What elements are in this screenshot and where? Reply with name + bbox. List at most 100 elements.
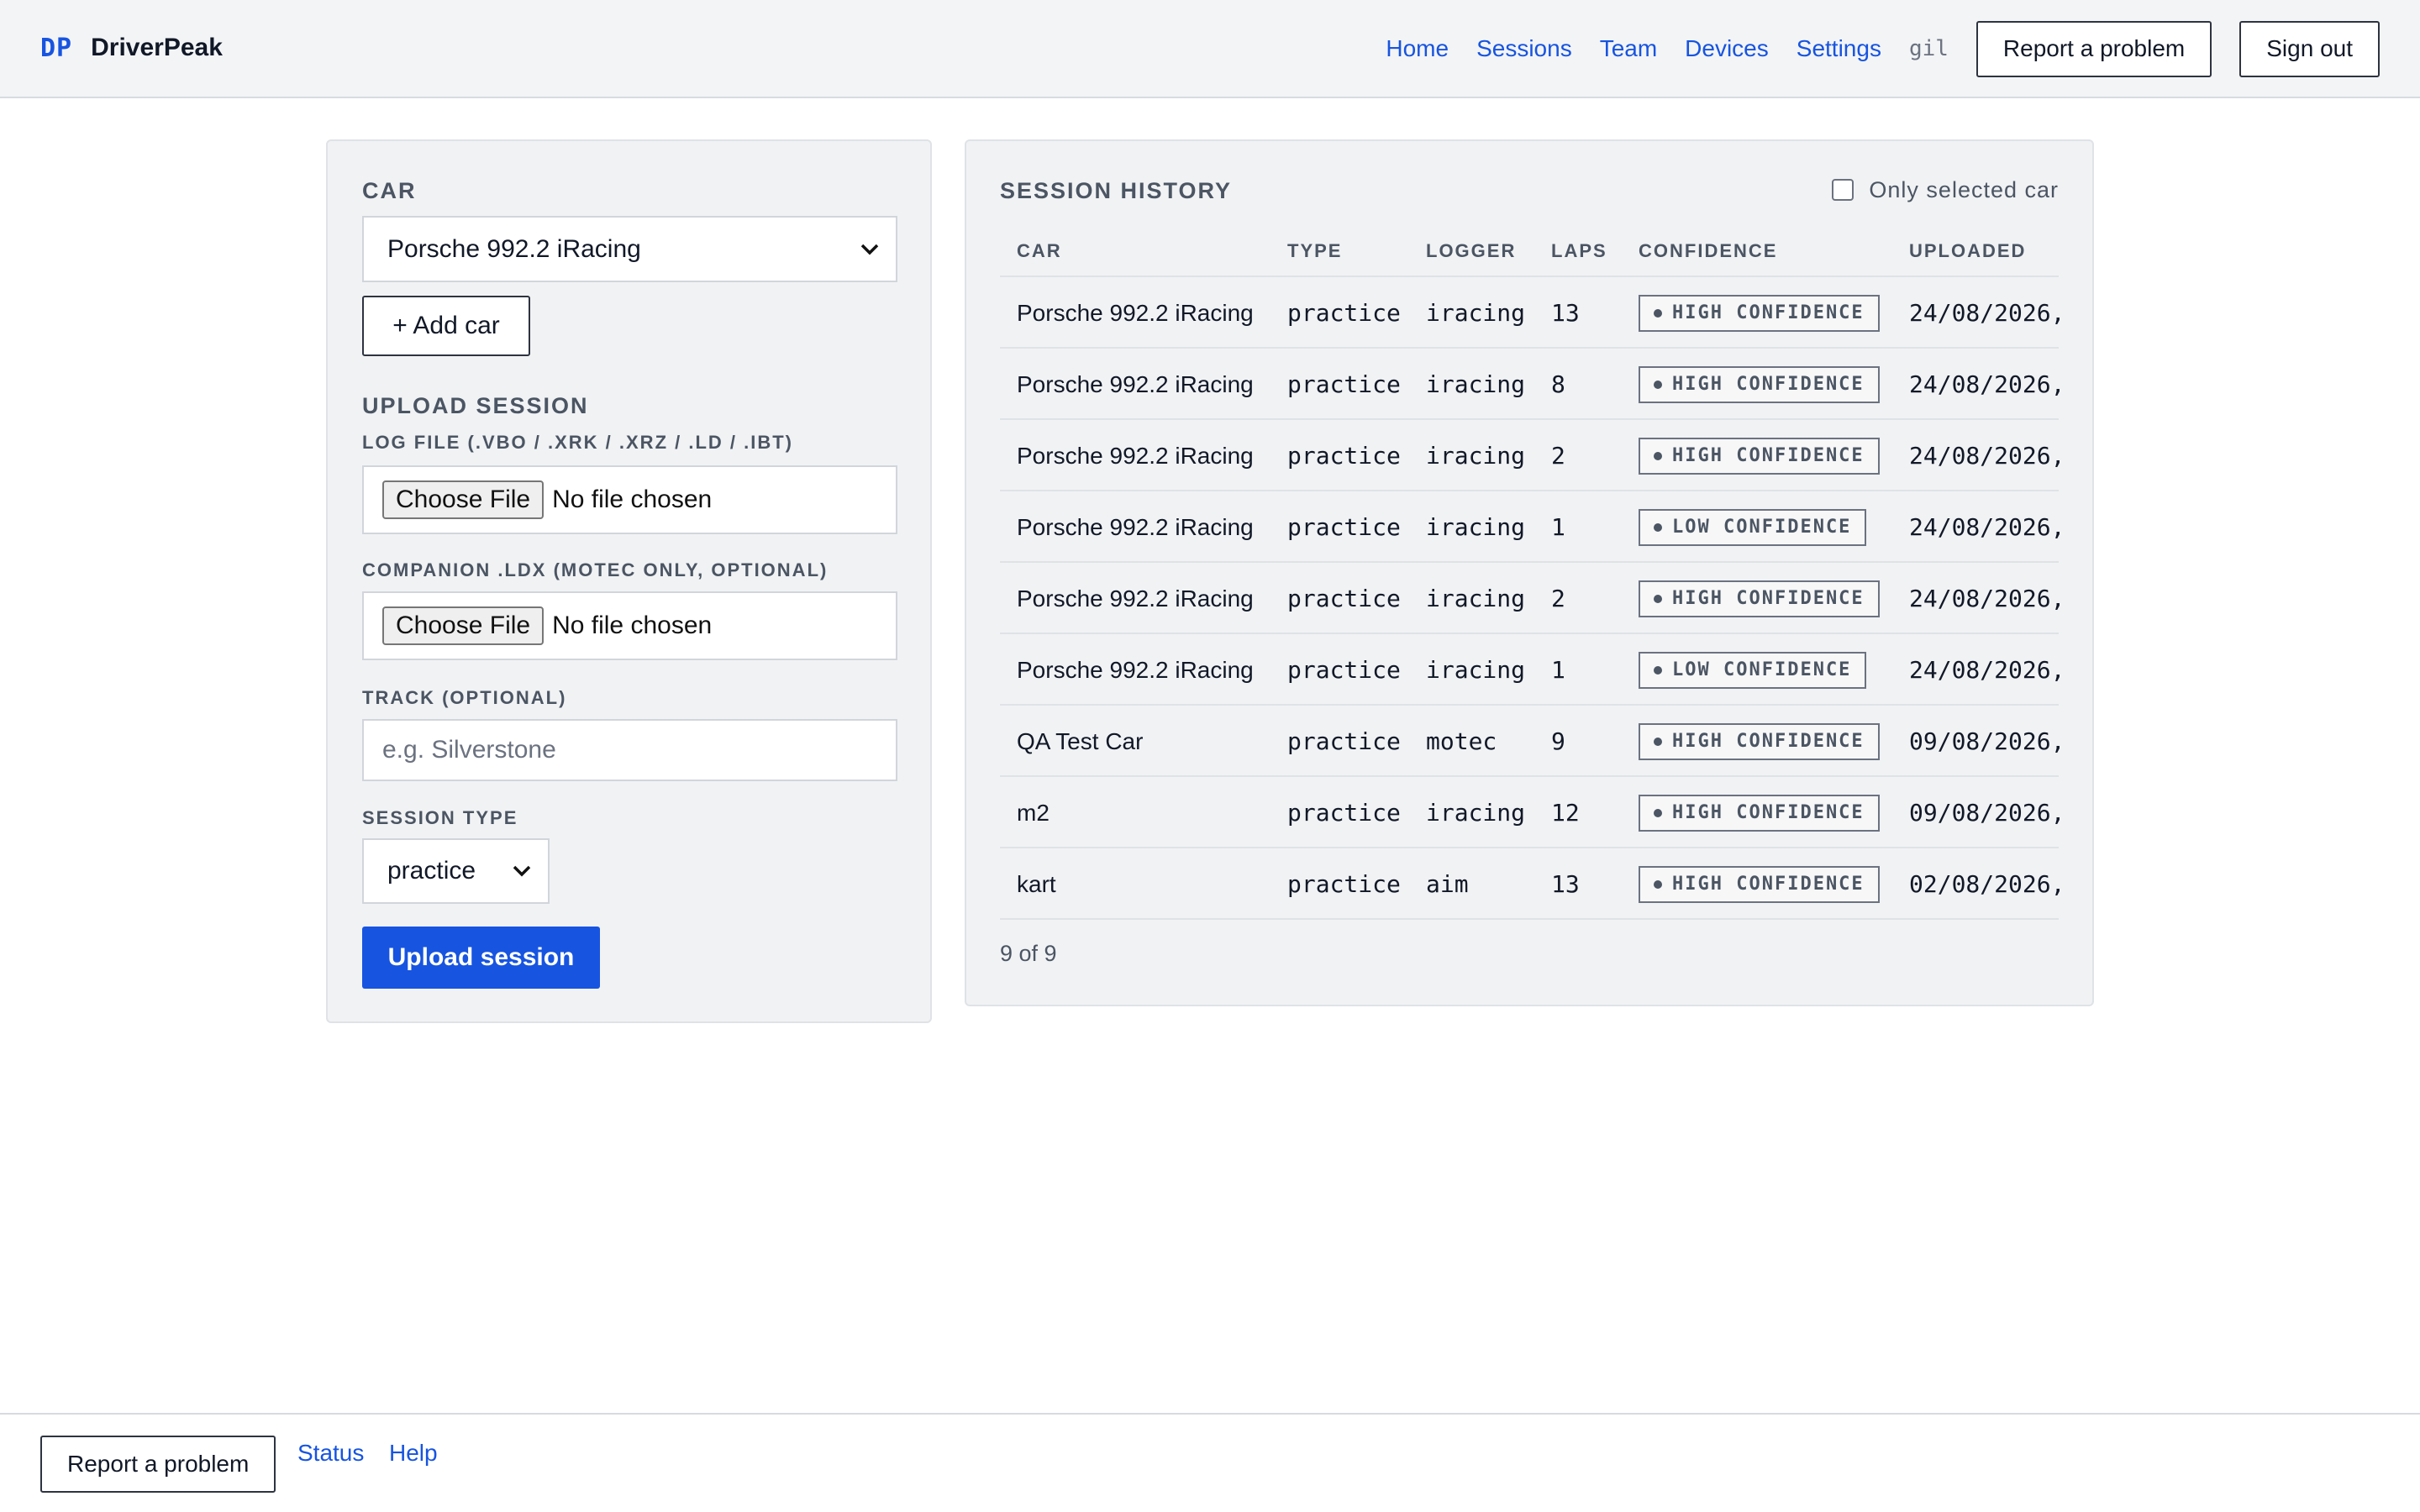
ldx-file-label: COMPANION .LDX (MOTEC ONLY, OPTIONAL) — [362, 559, 829, 580]
cell-type: practice — [1287, 299, 1401, 327]
cell-logger: iracing — [1426, 370, 1526, 398]
car-select[interactable]: Porsche 992.2 iRacing — [362, 216, 897, 282]
log-file-status: No file chosen — [552, 486, 713, 513]
cell-logger: iracing — [1426, 299, 1526, 327]
status-dot-icon — [1654, 808, 1662, 817]
ldx-file-input[interactable]: Choose File No file chosen — [362, 591, 897, 660]
status-dot-icon — [1654, 451, 1662, 460]
only-selected-car-filter[interactable]: Only selected car — [1832, 175, 2059, 205]
cell-confidence: HIGH CONFIDENCE — [1639, 349, 1880, 420]
table-row[interactable]: kart practice aim 13 HIGH CONFIDENCE 02/08/20… — [1000, 848, 2065, 920]
cell-uploaded: 24/08/2026, — [1909, 370, 2065, 398]
cell-laps: 8 — [1551, 370, 1565, 398]
nav-home[interactable]: Home — [1386, 35, 1449, 62]
session-type-select[interactable]: practice — [362, 838, 550, 904]
log-file-label: LOG FILE (.VBO / .XRK / .XRZ / .LD / .IB… — [362, 432, 793, 453]
track-input[interactable]: e.g. Silverstone — [362, 719, 897, 781]
table-row[interactable]: Porsche 992.2 iRacing practice iracing 13 HI… — [1000, 277, 2065, 349]
brand-name: DriverPeak — [91, 34, 223, 61]
cell-car: Porsche 992.2 iRacing — [1017, 585, 1254, 612]
table-row[interactable]: Porsche 992.2 iRacing practice iracing 1 LOW… — [1000, 634, 2065, 706]
table-row[interactable]: Porsche 992.2 iRacing practice iracing 2 HIG… — [1000, 420, 2065, 491]
add-car-button[interactable]: + Add car — [362, 296, 530, 356]
cell-logger: iracing — [1426, 799, 1526, 827]
cell-laps: 1 — [1551, 656, 1565, 684]
cell-car: Porsche 992.2 iRacing — [1017, 299, 1254, 326]
footer: Report a problem Status Help — [0, 1413, 2420, 1512]
col-header-car: CAR — [1017, 240, 1062, 261]
nav-devices[interactable]: Devices — [1685, 35, 1769, 62]
cell-car: Porsche 992.2 iRacing — [1017, 513, 1254, 540]
ldx-choose-file-button[interactable]: Choose File — [382, 606, 544, 645]
cell-laps: 9 — [1551, 727, 1565, 755]
cell-laps: 2 — [1551, 585, 1565, 612]
only-selected-car-label: Only selected car — [1869, 176, 2059, 202]
table-row[interactable]: QA Test Car practice motec 9 HIGH CONFIDENCE… — [1000, 706, 2065, 777]
status-dot-icon — [1654, 308, 1662, 318]
cell-laps: 1 — [1551, 513, 1565, 541]
upload-section-title: UPLOAD SESSION — [362, 393, 589, 418]
confidence-badge: LOW CONFIDENCE — [1639, 651, 1867, 689]
session-history-panel: SESSION HISTORY Only selected car CAR TY… — [965, 139, 2094, 1006]
confidence-badge: LOW CONFIDENCE — [1639, 508, 1867, 546]
table-row[interactable]: Porsche 992.2 iRacing practice iracing 1 LOW… — [1000, 491, 2065, 563]
upload-session-button[interactable]: Upload session — [362, 927, 600, 989]
result-count: 9 of 9 — [1000, 941, 1057, 966]
footer-report-problem-button[interactable]: Report a problem — [40, 1436, 276, 1493]
status-dot-icon — [1654, 594, 1662, 603]
session-history-title: SESSION HISTORY — [1000, 178, 1233, 203]
cell-type: practice — [1287, 585, 1401, 612]
brand[interactable]: DP DriverPeak — [40, 30, 223, 66]
cell-car: kart — [1017, 870, 1056, 897]
status-dot-icon — [1654, 879, 1662, 889]
confidence-badge-label: HIGH CONFIDENCE — [1672, 302, 1865, 323]
sign-out-button[interactable]: Sign out — [2239, 20, 2380, 77]
confidence-badge-label: HIGH CONFIDENCE — [1672, 731, 1865, 752]
only-selected-car-checkbox[interactable] — [1832, 179, 1854, 201]
cell-logger: iracing — [1426, 442, 1526, 470]
footer-link-help[interactable]: Help — [389, 1440, 438, 1467]
cell-type: practice — [1287, 727, 1401, 755]
table-row[interactable]: Porsche 992.2 iRacing practice iracing 2 HIG… — [1000, 563, 2065, 634]
confidence-badge: HIGH CONFIDENCE — [1639, 294, 1880, 332]
cell-confidence: LOW CONFIDENCE — [1639, 491, 1867, 563]
current-user: gil — [1908, 36, 1949, 61]
confidence-badge: HIGH CONFIDENCE — [1639, 437, 1880, 475]
report-problem-button[interactable]: Report a problem — [1975, 20, 2212, 77]
cell-uploaded: 24/08/2026, — [1909, 585, 2065, 612]
cell-laps: 13 — [1551, 870, 1580, 898]
nav-team[interactable]: Team — [1600, 35, 1657, 62]
cell-logger: motec — [1426, 727, 1497, 755]
status-dot-icon — [1654, 380, 1662, 389]
cell-uploaded: 24/08/2026, — [1909, 513, 2065, 541]
cell-uploaded: 24/08/2026, — [1909, 656, 2065, 684]
main-nav: Home Sessions Team Devices Settings gil … — [1386, 20, 2380, 77]
cell-car: Porsche 992.2 iRacing — [1017, 442, 1254, 469]
session-type-label: SESSION TYPE — [362, 807, 518, 828]
confidence-badge-label: LOW CONFIDENCE — [1672, 517, 1852, 538]
cell-uploaded: 24/08/2026, — [1909, 442, 2065, 470]
nav-settings[interactable]: Settings — [1797, 35, 1881, 62]
cell-car: m2 — [1017, 799, 1050, 826]
confidence-badge-label: LOW CONFIDENCE — [1672, 659, 1852, 680]
cell-confidence: HIGH CONFIDENCE — [1639, 563, 1880, 634]
cell-car: Porsche 992.2 iRacing — [1017, 370, 1254, 397]
confidence-badge-label: HIGH CONFIDENCE — [1672, 445, 1865, 466]
log-file-input[interactable]: Choose File No file chosen — [362, 465, 897, 534]
cell-type: practice — [1287, 370, 1401, 398]
confidence-badge-label: HIGH CONFIDENCE — [1672, 802, 1865, 823]
cell-logger: aim — [1426, 870, 1469, 898]
cell-type: practice — [1287, 656, 1401, 684]
nav-sessions[interactable]: Sessions — [1476, 35, 1572, 62]
chevron-down-icon — [513, 865, 531, 877]
table-row[interactable]: Porsche 992.2 iRacing practice iracing 8 HIG… — [1000, 349, 2065, 420]
confidence-badge: HIGH CONFIDENCE — [1639, 865, 1880, 903]
log-choose-file-button[interactable]: Choose File — [382, 480, 544, 519]
cell-uploaded: 09/08/2026, — [1909, 799, 2065, 827]
cell-confidence: HIGH CONFIDENCE — [1639, 277, 1880, 349]
footer-link-status[interactable]: Status — [297, 1440, 364, 1467]
table-row[interactable]: m2 practice iracing 12 HIGH CONFIDENCE 09/08/… — [1000, 777, 2065, 848]
cell-type: practice — [1287, 799, 1401, 827]
confidence-badge: HIGH CONFIDENCE — [1639, 722, 1880, 760]
cell-logger: iracing — [1426, 513, 1526, 541]
